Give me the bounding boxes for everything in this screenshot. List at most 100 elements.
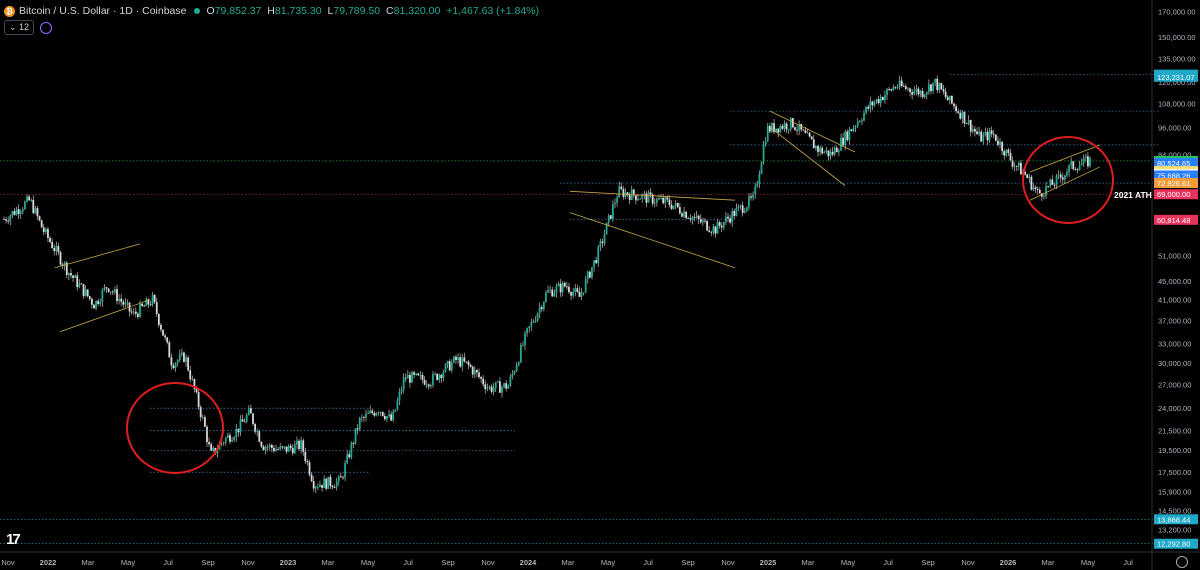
- candle-body: [1087, 156, 1089, 167]
- candle-body: [1001, 141, 1004, 152]
- price-chart[interactable]: 2021 ATH 170,000.00 150,000.00 135,000.00 12…: [0, 0, 1200, 570]
- candle-body: [722, 222, 725, 228]
- candle-body: [1059, 174, 1062, 178]
- candle-body: [302, 440, 305, 452]
- x-tick-label: 2022: [40, 558, 57, 567]
- candle-body: [114, 289, 116, 293]
- candle-body: [473, 369, 476, 375]
- candle-body: [771, 123, 773, 132]
- candle-body: [603, 234, 606, 243]
- tradingview-logo-icon: 17: [6, 531, 21, 548]
- candle-body: [976, 131, 978, 135]
- candle-body: [683, 211, 685, 217]
- candle-body: [714, 226, 717, 234]
- candle-body: [944, 91, 947, 97]
- candle-body: [938, 83, 941, 91]
- candle-body: [1055, 175, 1058, 186]
- candle-body: [588, 271, 591, 278]
- candle-body: [821, 147, 824, 154]
- candle-body: [921, 90, 924, 98]
- candle-body: [879, 97, 882, 104]
- indicator-icon[interactable]: [40, 21, 53, 34]
- x-tick-label: Mar: [562, 558, 575, 567]
- candle-body: [829, 151, 832, 157]
- candle-body: [266, 446, 269, 448]
- x-tick-label: 2023: [280, 558, 297, 567]
- candle-body: [55, 246, 58, 252]
- x-tick-label: Sep: [681, 558, 694, 567]
- candle-body: [1082, 157, 1085, 164]
- candle-body: [817, 145, 819, 152]
- candle-body: [597, 246, 600, 264]
- candle-body: [559, 283, 562, 293]
- candle-body: [756, 184, 759, 187]
- candle-body: [731, 211, 734, 223]
- candle-body: [808, 132, 811, 137]
- candle-body: [467, 361, 470, 365]
- candle-body: [706, 220, 708, 231]
- candle-body: [111, 291, 114, 293]
- candle-body: [752, 194, 755, 198]
- x-tick-label: Nov: [1, 558, 15, 567]
- candle-body: [582, 292, 585, 294]
- candle-body: [768, 126, 771, 132]
- candle-body: [346, 454, 349, 464]
- candle-body: [831, 151, 834, 155]
- candle-body: [1020, 162, 1022, 175]
- candle-body: [1007, 149, 1010, 153]
- candle-body: [34, 208, 37, 214]
- candle-body: [997, 140, 999, 145]
- candle-body: [24, 201, 26, 210]
- candle-body: [379, 411, 382, 413]
- candle-body: [580, 292, 583, 297]
- candle-body: [256, 431, 259, 432]
- candle-body: [745, 207, 748, 211]
- candle-body: [754, 186, 757, 195]
- candle-body: [321, 484, 323, 488]
- candle-body: [884, 95, 886, 101]
- candle-body: [461, 357, 464, 367]
- candle-body: [653, 202, 656, 204]
- gear-icon[interactable]: [1176, 556, 1188, 568]
- candle-body: [168, 342, 171, 358]
- candle-body: [1072, 161, 1075, 169]
- candle-body: [810, 136, 813, 140]
- indicators-toggle[interactable]: ⌄ 12: [4, 20, 35, 35]
- candle-body: [17, 209, 20, 214]
- candle-body: [733, 211, 736, 216]
- candle-body: [737, 206, 740, 208]
- candle-body: [863, 113, 865, 121]
- candle-body: [555, 286, 558, 293]
- candle-body: [902, 85, 905, 87]
- candle-body: [980, 131, 983, 142]
- candle-body: [898, 80, 901, 88]
- symbol-title[interactable]: Bitcoin / U.S. Dollar · 1D · Coinbase: [19, 5, 186, 17]
- candle-body: [38, 216, 41, 221]
- candle-body: [446, 361, 449, 365]
- candle-body: [917, 88, 920, 95]
- candle-body: [827, 150, 830, 157]
- candle-body: [90, 298, 93, 305]
- candle-body: [78, 283, 81, 288]
- candle-body: [155, 302, 158, 314]
- candle-body: [70, 273, 72, 276]
- candle-body: [896, 87, 899, 89]
- candle-body: [950, 95, 953, 104]
- candle-body: [170, 357, 173, 366]
- candle-body: [411, 372, 413, 383]
- candle-body: [233, 437, 236, 441]
- candle-body: [865, 106, 868, 114]
- candle-body: [867, 106, 870, 109]
- candle-body: [141, 303, 144, 306]
- candle-body: [377, 412, 380, 414]
- candle-body: [149, 304, 152, 306]
- candle-body: [404, 377, 407, 379]
- candle-body: [398, 391, 401, 401]
- candle-body: [57, 246, 60, 253]
- candle-body: [586, 271, 589, 279]
- candle-body: [348, 454, 351, 458]
- y-tick-label: 27,000.00: [1158, 380, 1191, 389]
- candle-body: [392, 411, 395, 421]
- candle-body: [856, 121, 859, 127]
- candle-body: [507, 385, 510, 389]
